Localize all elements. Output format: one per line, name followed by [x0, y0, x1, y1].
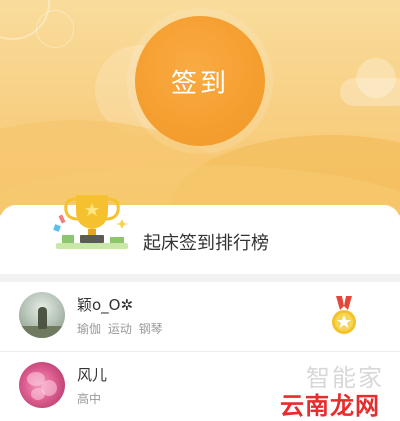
list-item[interactable]: 颖o_O✲ 瑜伽 运动 钢琴: [0, 282, 400, 352]
watermark: 云南龙网: [280, 392, 380, 420]
user-tags: 高中: [77, 392, 102, 406]
decor-ring: [36, 10, 74, 48]
trophy-icon: [53, 195, 128, 249]
signin-button[interactable]: 签到: [135, 16, 265, 146]
avatar: [19, 362, 65, 408]
avatar: [19, 292, 65, 338]
user-name: 风儿: [77, 366, 108, 384]
user-name: 颖o_O✲: [77, 296, 134, 314]
cloud-icon: [356, 58, 396, 98]
user-tags: 瑜伽 运动 钢琴: [77, 322, 163, 336]
divider: [0, 274, 400, 282]
header-banner: 签到: [0, 0, 400, 215]
medal-icon: [332, 296, 356, 334]
ranking-title: 起床签到排行榜: [143, 233, 269, 254]
ranking-header[interactable]: 起床签到排行榜: [0, 195, 400, 274]
